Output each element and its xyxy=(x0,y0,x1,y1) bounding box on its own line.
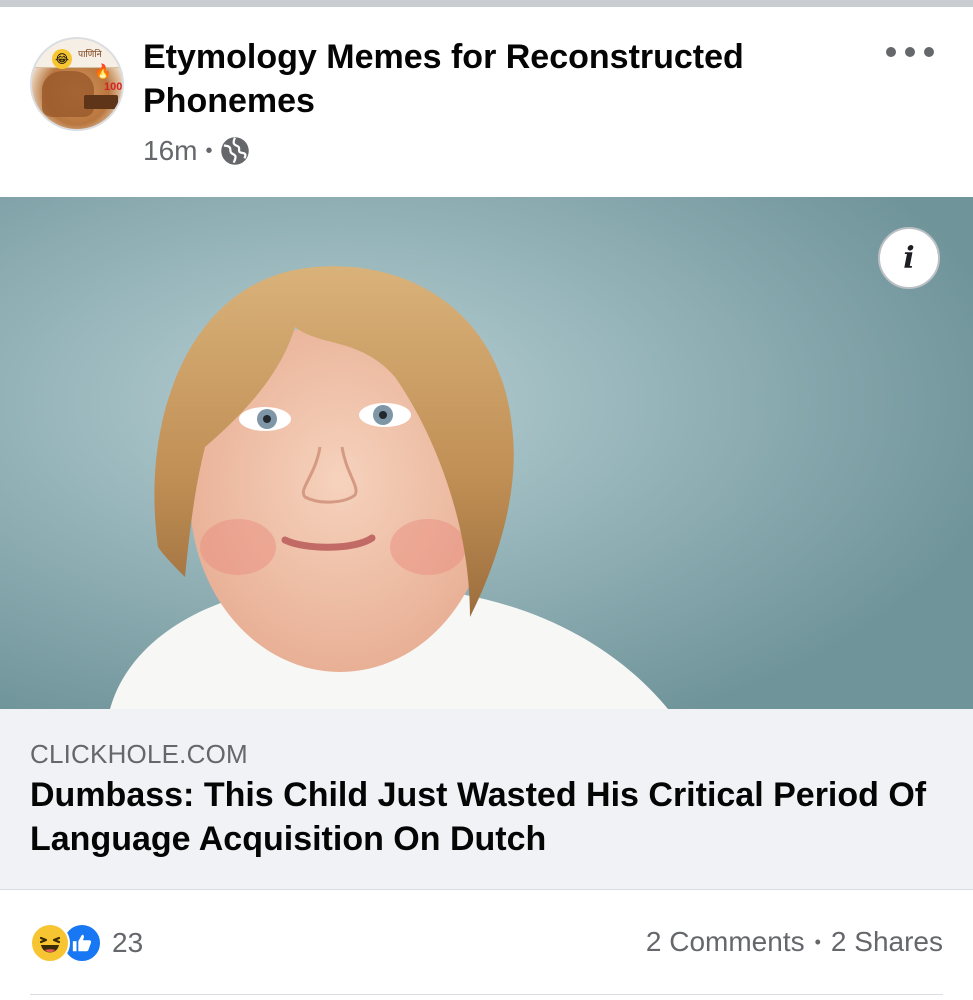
top-divider xyxy=(0,0,973,7)
engagement-stats: 2 Comments • 2 Shares xyxy=(646,926,943,958)
shares-count-link[interactable]: 2 Shares xyxy=(831,926,943,958)
avatar-laugh-emoji-icon: 😂 xyxy=(52,49,72,69)
link-card[interactable]: CLICKHOLE.COM Dumbass: This Child Just W… xyxy=(0,709,973,890)
avatar-devanagari-text: पाणिनि xyxy=(78,50,102,60)
avatar-figure xyxy=(42,71,94,117)
page-avatar[interactable]: पाणिनि 😂 🔥 100 xyxy=(30,37,124,131)
stats-separator: • xyxy=(814,931,821,952)
comments-count-link[interactable]: 2 Comments xyxy=(646,926,805,958)
post-timestamp[interactable]: 16m xyxy=(143,135,197,167)
reaction-count: 23 xyxy=(112,927,144,958)
footer-divider xyxy=(30,994,943,995)
page-name-link[interactable]: Etymology Memes for Reconstructed Phonem… xyxy=(143,35,843,123)
more-options-icon[interactable] xyxy=(886,37,934,67)
avatar-hundred-emoji: 100 xyxy=(104,81,123,93)
post-header: पाणिनि 😂 🔥 100 Etymology Memes for Recon… xyxy=(0,7,973,197)
haha-icon xyxy=(30,923,70,963)
more-dot xyxy=(886,47,896,57)
info-icon[interactable]: i xyxy=(878,227,940,289)
more-dot xyxy=(905,47,915,57)
link-preview-image[interactable] xyxy=(0,197,973,709)
avatar-desk xyxy=(84,95,118,109)
more-dot xyxy=(924,47,934,57)
child-portrait-illustration xyxy=(0,197,973,709)
reactions-summary[interactable]: 23 xyxy=(30,923,143,963)
link-title[interactable]: Dumbass: This Child Just Wasted His Crit… xyxy=(30,773,950,861)
link-domain: CLICKHOLE.COM xyxy=(30,739,248,769)
globe-icon[interactable] xyxy=(220,136,250,166)
post-meta: 16m • xyxy=(143,135,250,167)
avatar-fire-emoji-icon: 🔥 xyxy=(94,63,112,79)
meta-separator: • xyxy=(205,139,213,162)
engagement-bar: 23 2 Comments • 2 Shares xyxy=(0,890,973,1000)
